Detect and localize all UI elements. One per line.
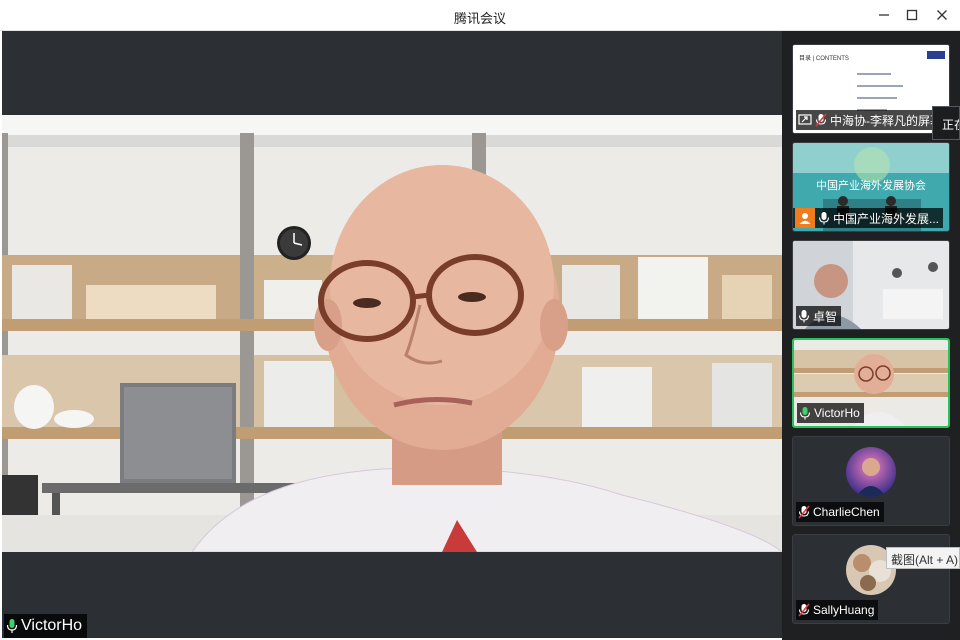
participant-label: 卓智 — [796, 306, 842, 326]
mic-muted-icon — [798, 603, 810, 617]
screenshot-tooltip: 截图(Alt + A) — [886, 547, 960, 569]
maximize-button[interactable] — [898, 4, 926, 26]
mic-muted-icon — [815, 113, 827, 127]
participant-name: VictorHo — [814, 406, 860, 420]
participant-tile-charliechen[interactable]: CharlieChen — [792, 436, 950, 526]
participant-label: VictorHo — [797, 403, 864, 423]
mic-muted-icon — [798, 505, 810, 519]
slide-heading: 目录 | CONTENTS — [799, 56, 849, 62]
close-icon — [937, 10, 947, 20]
participant-label: 中海协-李释凡的屏幕 — [796, 110, 946, 130]
mic-on-icon — [799, 406, 811, 420]
host-icon — [795, 208, 815, 228]
main-video-stage[interactable]: VictorHo — [2, 31, 782, 638]
title-bar: 腾讯会议 — [0, 0, 960, 31]
main-video-feed[interactable] — [2, 115, 782, 552]
main-speaker-name: VictorHo — [21, 617, 83, 634]
participant-name: 中国产业海外发展... — [833, 211, 940, 226]
minimize-button[interactable] — [870, 4, 898, 26]
minimize-icon — [879, 14, 889, 16]
window-title: 腾讯会议 — [453, 11, 506, 26]
avatar — [846, 447, 896, 497]
participant-name: SallyHuang — [813, 603, 875, 617]
participant-label: SallyHuang — [796, 600, 879, 620]
screen-share-icon — [798, 113, 812, 127]
participant-tile-association[interactable]: 中国产业海外发展协会 中国产业海外发展... — [792, 142, 950, 232]
main-speaker-label: VictorHo — [4, 614, 88, 638]
association-banner: 中国产业海外发展协会 — [816, 180, 926, 192]
speaker-video-frame — [2, 115, 782, 552]
close-button[interactable] — [928, 4, 956, 26]
participant-name: CharlieChen — [813, 505, 880, 519]
mic-on-icon — [798, 309, 810, 323]
mic-on-icon — [6, 618, 18, 634]
participant-name: 中海协-李释凡的屏幕 — [830, 113, 942, 128]
mic-on-icon — [818, 211, 830, 225]
maximize-icon — [906, 9, 918, 21]
participant-label: 中国产业海外发展... — [793, 208, 944, 228]
participant-tile-victorho[interactable]: VictorHo — [792, 338, 950, 428]
participant-tile-screen-share[interactable]: 目录 | CONTENTS 中海协-李释凡的屏幕 — [792, 44, 950, 134]
participant-label: CharlieChen — [796, 502, 884, 522]
speaking-tooltip: 正在 — [932, 106, 960, 140]
participant-name: 卓智 — [813, 309, 838, 324]
participant-tile-zhuozhi[interactable]: 卓智 — [792, 240, 950, 330]
